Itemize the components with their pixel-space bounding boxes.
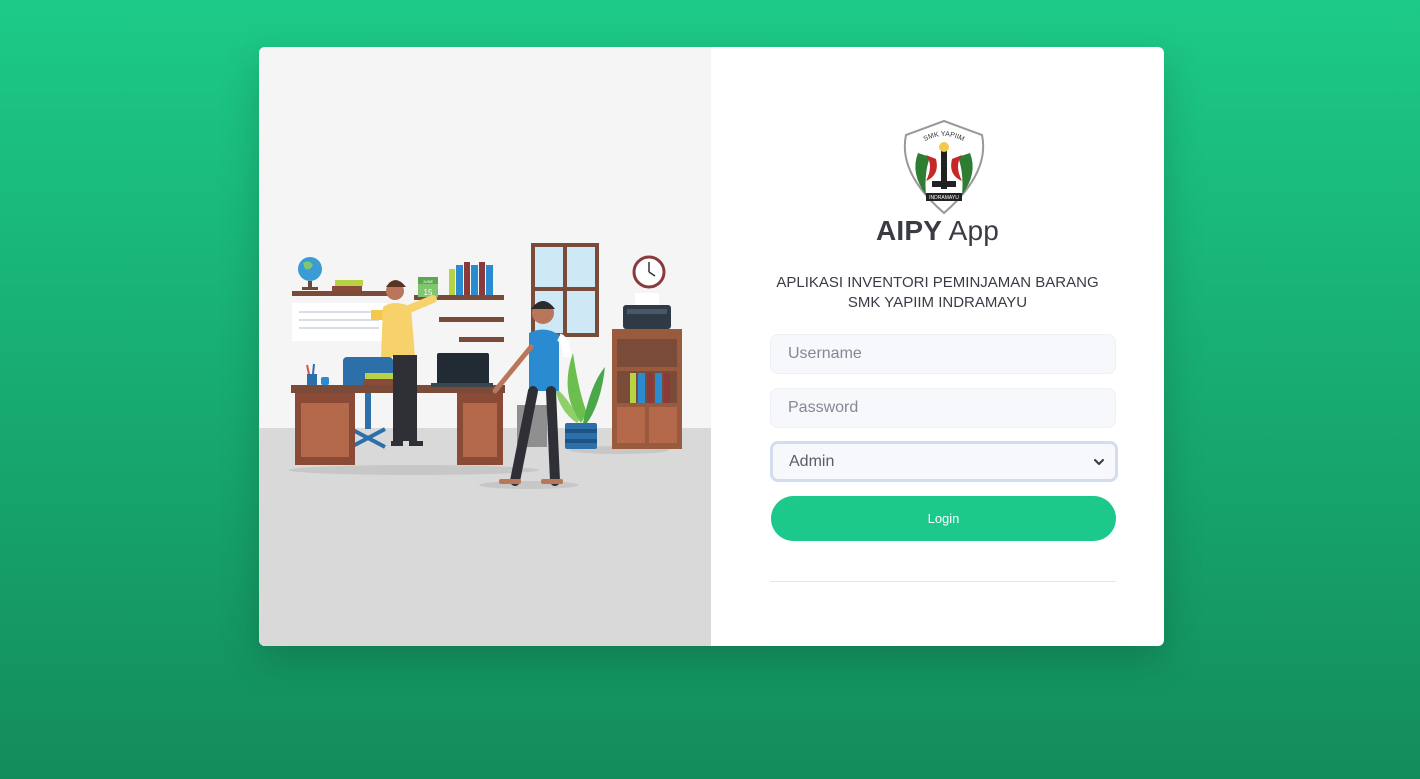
app-title-rest: App [948, 215, 999, 246]
role-select-wrapper: Admin [770, 441, 1118, 482]
app-subtitle-line2: SMK YAPIIM INDRAMAYU [847, 294, 1028, 311]
app-subtitle-line1: APLIKASI INVENTORI PEMINJAMAN BARANG [776, 274, 1099, 291]
role-select[interactable]: Admin [773, 444, 1115, 479]
login-form-panel: SMK YAPIIM INDRAMAYU AIPY App APLIKASI I… [711, 47, 1164, 646]
login-card: JUNE 15 SMK YAPIIM INDRAMAYU AIPY App AP… [259, 47, 1164, 646]
username-input[interactable] [770, 334, 1116, 374]
plant-icon [555, 353, 605, 449]
app-title: AIPY App [711, 215, 1164, 247]
office-scene-illustration: JUNE 15 [289, 243, 682, 489]
school-crest-icon: SMK YAPIIM INDRAMAYU [896, 119, 992, 215]
printer-icon [623, 293, 671, 329]
calendar-icon: JUNE 15 [418, 277, 438, 297]
divider [770, 581, 1116, 582]
password-input[interactable] [770, 388, 1116, 428]
laptop-icon [431, 353, 493, 387]
illustration-panel: JUNE 15 [259, 47, 711, 646]
clock-icon [632, 255, 666, 289]
login-button[interactable]: Login [771, 496, 1116, 541]
app-title-bold: AIPY [875, 215, 943, 246]
globe-icon [298, 257, 322, 290]
svg-text:JUNE: JUNE [423, 279, 434, 284]
app-subtitle: APLIKASI INVENTORI PEMINJAMAN BARANG SMK… [751, 273, 1124, 313]
svg-text:INDRAMAYU: INDRAMAYU [929, 195, 959, 201]
